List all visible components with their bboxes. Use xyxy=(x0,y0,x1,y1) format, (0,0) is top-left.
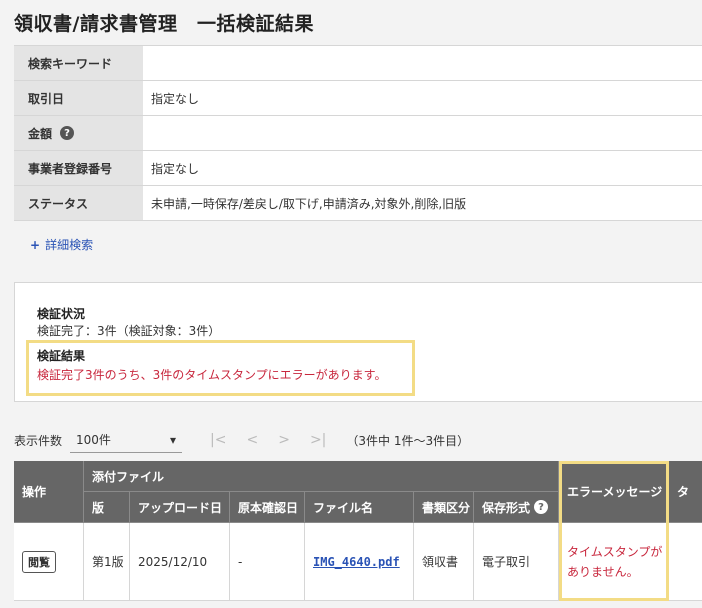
search-label-transaction-date: 取引日 xyxy=(14,81,143,115)
search-label-keyword: 検索キーワード xyxy=(14,46,143,80)
next-page-button[interactable]: > xyxy=(278,432,290,448)
search-value-registration-number: 指定なし xyxy=(143,151,702,185)
verification-status-heading: 検証状況 xyxy=(37,307,86,321)
verification-result-text: 検証完了3件のうち、3件のタイムスタンプにエラーがあります。 xyxy=(37,368,387,382)
search-conditions-table: 検索キーワード 取引日 指定なし 金額 ? 事業者登録番号 指定なし ステータス… xyxy=(14,45,702,221)
help-icon[interactable]: ? xyxy=(534,500,549,514)
header-version: 版 xyxy=(84,492,130,523)
per-page-value: 100件 xyxy=(76,433,111,447)
detail-search-label: 詳細検索 xyxy=(45,238,94,252)
search-value-transaction-date: 指定なし xyxy=(143,81,702,115)
detail-search-link[interactable]: + 詳細検索 xyxy=(30,236,93,253)
bottom-strip xyxy=(0,601,702,608)
dropdown-arrow-icon: ▾ xyxy=(169,432,177,447)
search-row-status: ステータス 未申請,一時保存/差戻し/取下げ,申請済み,対象外,削除,旧版 xyxy=(14,186,702,221)
header-error-message: エラーメッセージ xyxy=(559,461,669,523)
header-doc-type: 書類区分 xyxy=(414,492,474,523)
search-value-amount xyxy=(143,116,702,150)
header-original-confirm-date: 原本確認日 xyxy=(230,492,305,523)
search-label-amount: 金額 xyxy=(28,126,53,141)
file-name-link[interactable]: IMG_4640.pdf xyxy=(313,555,400,569)
search-label-registration-number: 事業者登録番号 xyxy=(14,151,143,185)
help-icon[interactable]: ? xyxy=(60,126,75,140)
cell-version: 第1版 xyxy=(84,523,130,601)
cell-next-column xyxy=(669,523,702,601)
cell-error-message: タイムスタンプがありません。 xyxy=(559,523,669,601)
header-file-name: ファイル名 xyxy=(305,492,414,523)
search-row-transaction-date: 取引日 指定なし xyxy=(14,81,702,116)
header-storage-format-wrap: 保存形式 ? xyxy=(474,492,559,523)
prev-page-button[interactable]: < xyxy=(246,432,258,448)
last-page-button[interactable]: >| xyxy=(310,432,326,448)
verification-panel: 検証状況 検証完了：3件（検証対象：3件） 検証結果 検証完了3件のうち、3件の… xyxy=(14,282,702,402)
search-value-status: 未申請,一時保存/差戻し/取下げ,申請済み,対象外,削除,旧版 xyxy=(143,186,702,220)
results-table: 操作 添付ファイル 版 アップロード日 原本確認日 ファイル名 書類区分 保存形… xyxy=(14,461,702,601)
pager: 表示件数 100件 ▾ |< < > >| （3件中 1件～3件目） xyxy=(14,427,702,453)
header-action: 操作 xyxy=(14,461,84,523)
verification-result-heading: 検証結果 xyxy=(37,349,86,363)
verification-status-text: 検証完了：3件（検証対象：3件） xyxy=(37,324,221,338)
first-page-button[interactable]: |< xyxy=(210,432,226,448)
header-next-column: タ xyxy=(669,461,702,523)
cell-original-confirm-date: - xyxy=(230,523,305,601)
search-row-keyword: 検索キーワード xyxy=(14,46,702,81)
cell-file-name: IMG_4640.pdf xyxy=(305,523,414,601)
cell-storage-format: 電子取引 xyxy=(474,523,559,601)
search-value-keyword xyxy=(143,46,702,80)
cell-action: 閲覧 xyxy=(14,523,84,601)
header-attachment: 添付ファイル xyxy=(84,461,559,492)
cell-upload-date: 2025/12/10 xyxy=(130,523,230,601)
plus-icon: + xyxy=(30,238,41,252)
search-label-amount-wrap: 金額 ? xyxy=(14,116,143,150)
search-row-amount: 金額 ? xyxy=(14,116,702,151)
pager-info: （3件中 1件～3件目） xyxy=(346,433,470,448)
page-title: 領収書/請求書管理 一括検証結果 xyxy=(14,13,314,35)
header-upload-date: アップロード日 xyxy=(130,492,230,523)
per-page-select[interactable]: 100件 ▾ xyxy=(70,427,183,453)
per-page-label: 表示件数 xyxy=(14,433,63,448)
view-button[interactable]: 閲覧 xyxy=(22,550,56,573)
header-storage-format: 保存形式 xyxy=(482,500,531,515)
cell-doc-type: 領収書 xyxy=(414,523,474,601)
search-label-status: ステータス xyxy=(14,186,143,220)
search-row-registration-number: 事業者登録番号 指定なし xyxy=(14,151,702,186)
